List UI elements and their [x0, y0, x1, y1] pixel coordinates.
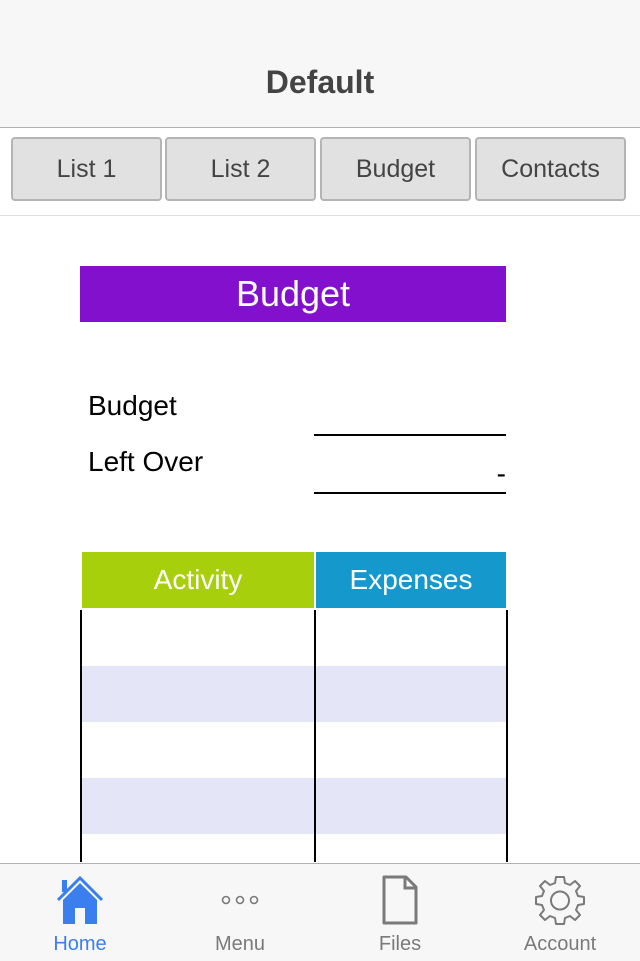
tab-files-label: Files — [378, 933, 422, 955]
table-row[interactable] — [82, 722, 506, 778]
navigation-bar: Default — [0, 0, 640, 128]
leftover-value: - — [314, 454, 506, 494]
tab-account-label: Account — [523, 933, 597, 955]
tab-home-label: Home — [53, 933, 107, 955]
table-row[interactable] — [82, 834, 506, 862]
table-border-right — [506, 610, 508, 862]
table-row[interactable] — [82, 666, 506, 722]
tab-account[interactable]: Account — [480, 864, 640, 961]
column-header-expenses: Expenses — [316, 552, 506, 608]
table-row[interactable] — [82, 778, 506, 834]
budget-label: Budget — [88, 390, 177, 421]
gear-icon — [535, 876, 585, 925]
tab-menu[interactable]: Menu — [160, 864, 320, 961]
tab-bar: Home Menu Files Account — [0, 863, 640, 961]
budget-field[interactable] — [314, 396, 506, 436]
tab-home[interactable]: Home — [0, 864, 160, 961]
table-row[interactable] — [82, 610, 506, 666]
table-divider — [314, 610, 316, 862]
tab-budget[interactable]: Budget — [320, 137, 471, 201]
tab-menu-label: Menu — [214, 933, 266, 955]
table-border-left — [80, 610, 82, 862]
page-title: Default — [265, 64, 375, 100]
budget-banner: Budget — [80, 266, 506, 322]
tab-list-2[interactable]: List 2 — [165, 137, 316, 201]
tab-list-1[interactable]: List 1 — [11, 137, 162, 201]
leftover-label: Left Over — [88, 446, 204, 477]
column-header-activity: Activity — [82, 552, 314, 608]
file-icon — [382, 875, 418, 925]
tab-contacts[interactable]: Contacts — [475, 137, 626, 201]
more-icon — [221, 895, 259, 905]
segment-bar: List 1 List 2 Budget Contacts — [0, 128, 640, 216]
home-icon — [56, 875, 104, 924]
tab-files[interactable]: Files — [320, 864, 480, 961]
